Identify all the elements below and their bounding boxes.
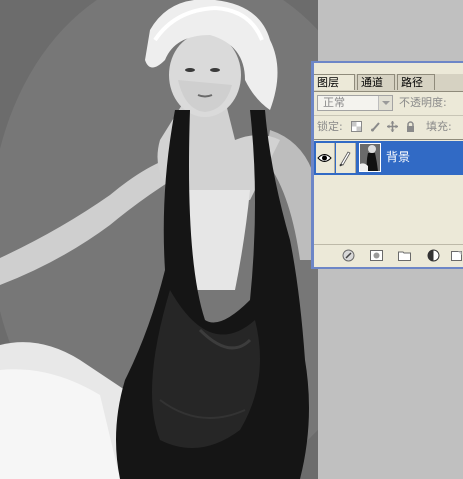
fill-label: 填充: bbox=[426, 120, 452, 133]
link-layers-icon[interactable] bbox=[342, 249, 355, 262]
layers-panel-body: 图层 通道 路径 正常 不透明度: 锁定: 填充: 背景 bbox=[314, 63, 463, 267]
lock-position-icon[interactable] bbox=[387, 121, 398, 132]
layer-row-background[interactable]: 背景 bbox=[314, 141, 463, 175]
eye-icon bbox=[317, 154, 332, 162]
layer-name: 背景 bbox=[386, 150, 411, 164]
new-layer-icon[interactable] bbox=[450, 249, 463, 262]
chevron-down-icon[interactable] bbox=[378, 96, 392, 110]
photo-canvas[interactable] bbox=[0, 0, 318, 479]
new-group-icon[interactable] bbox=[398, 249, 411, 262]
lock-all-icon[interactable] bbox=[405, 121, 416, 132]
blend-mode-value: 正常 bbox=[323, 96, 345, 109]
layers-panel: 图层 通道 路径 正常 不透明度: 锁定: 填充: 背景 bbox=[311, 61, 463, 269]
blend-mode-select[interactable]: 正常 bbox=[317, 95, 393, 111]
layers-bottom-toolbar bbox=[314, 244, 463, 267]
layer-thumbnail[interactable] bbox=[359, 143, 381, 172]
opacity-label: 不透明度: bbox=[399, 96, 447, 109]
photo-image bbox=[0, 0, 318, 479]
blend-row: 正常 不透明度: bbox=[314, 93, 463, 113]
tab-layers[interactable]: 图层 bbox=[314, 74, 355, 90]
panel-tabs: 图层 通道 路径 bbox=[314, 74, 463, 92]
adjustment-layer-icon[interactable] bbox=[427, 249, 440, 262]
tab-channels[interactable]: 通道 bbox=[357, 74, 395, 90]
tab-paths[interactable]: 路径 bbox=[397, 74, 435, 90]
lock-image-icon[interactable] bbox=[370, 121, 381, 132]
layer-thumbnail-image bbox=[360, 144, 380, 171]
lock-transparency-icon[interactable] bbox=[351, 121, 362, 132]
layers-list: 背景 bbox=[314, 139, 463, 246]
visibility-toggle[interactable] bbox=[316, 143, 335, 173]
add-mask-icon[interactable] bbox=[370, 249, 383, 262]
layer-edit-indicator[interactable] bbox=[336, 143, 356, 173]
lock-row: 锁定: 填充: bbox=[314, 115, 463, 138]
brush-icon bbox=[339, 151, 351, 167]
lock-label: 锁定: bbox=[317, 120, 343, 133]
